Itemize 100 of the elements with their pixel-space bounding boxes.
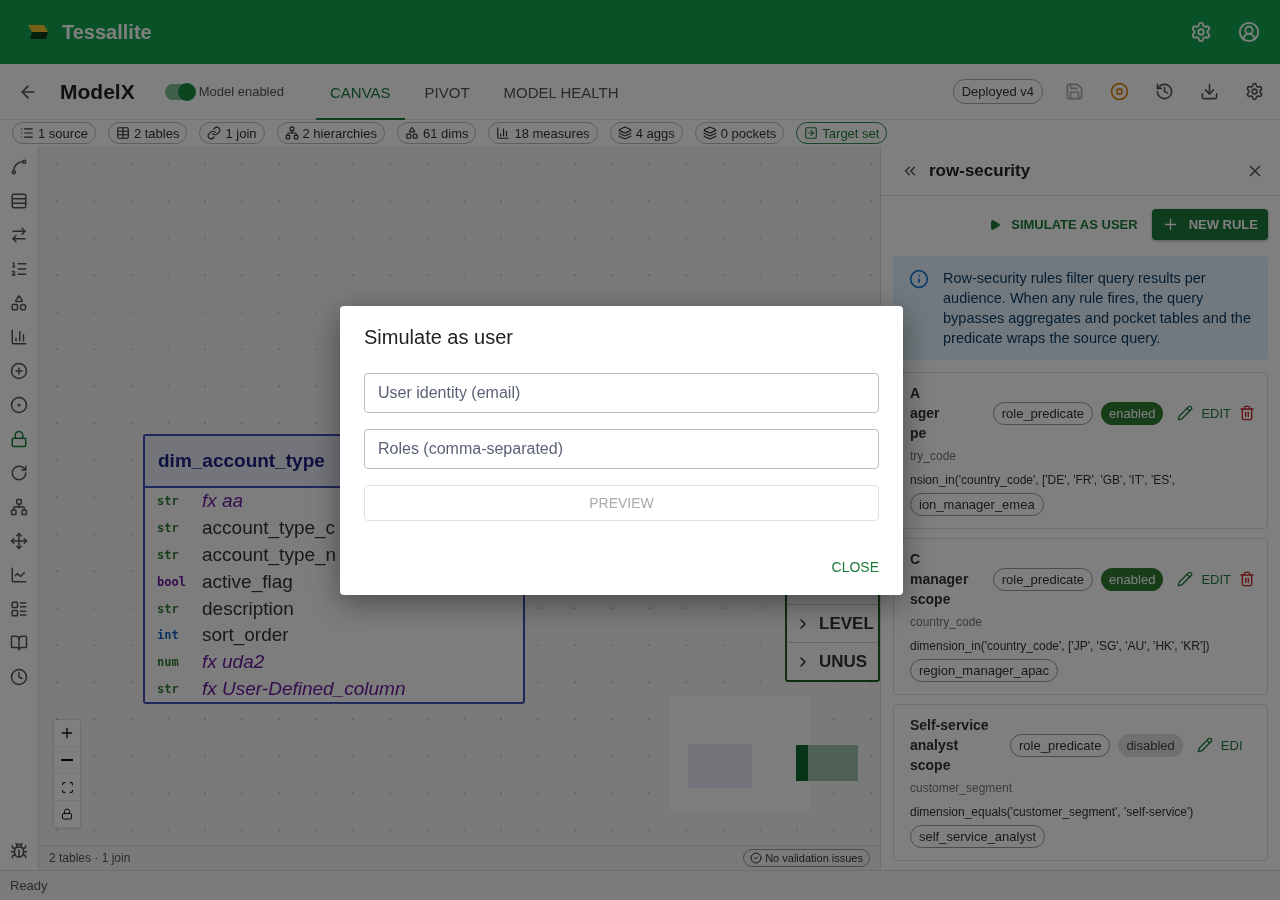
- shapes-icon[interactable]: [10, 294, 28, 312]
- book-icon[interactable]: [10, 634, 28, 652]
- close-button[interactable]: CLOSE: [831, 559, 879, 579]
- column-name: fx User-Defined_column: [202, 677, 406, 700]
- minus-icon: [61, 759, 73, 761]
- layers-icon: [617, 126, 632, 140]
- arrows-icon[interactable]: [10, 226, 28, 244]
- dot-circle-icon[interactable]: [10, 396, 28, 414]
- plus-circle-icon[interactable]: [10, 362, 28, 380]
- zoom-out-button[interactable]: [54, 747, 80, 774]
- simulate-button[interactable]: SIMULATE AS USER: [989, 217, 1138, 232]
- history-icon[interactable]: [1155, 82, 1174, 101]
- account-icon[interactable]: [1238, 21, 1260, 43]
- frame-icon: [60, 780, 74, 794]
- toggle-label: Model enabled: [198, 84, 284, 99]
- clock-icon[interactable]: [10, 668, 28, 686]
- app-title: Tessallite: [62, 20, 153, 44]
- type-tag: int: [157, 626, 187, 645]
- layers-icon: [702, 126, 717, 140]
- edit-button[interactable]: EDI: [1196, 737, 1243, 753]
- dialog-title: Simulate as user: [364, 326, 514, 349]
- column-name: account_type_n: [202, 544, 337, 566]
- pencil-icon: [1196, 737, 1213, 753]
- canvas-summary: 2 tables · 1 join: [49, 851, 132, 865]
- move-icon[interactable]: [10, 532, 28, 550]
- layout-icon[interactable]: [10, 600, 28, 618]
- new-rule-button[interactable]: NEW RULE: [1151, 209, 1268, 240]
- view-tab[interactable]: PIVOT: [410, 63, 484, 120]
- hierarchy-icon: [284, 126, 299, 140]
- line-chart-icon[interactable]: [10, 566, 28, 584]
- pencil-icon: [1177, 405, 1194, 421]
- status-badge: enabled: [1101, 567, 1164, 591]
- rule-dimension: customer_segment: [910, 781, 1014, 795]
- table-icon: [115, 126, 130, 140]
- type-tag: str: [157, 519, 187, 538]
- rule-expression: nsion_in('country_code', ['DE', 'FR', 'GB', 'IT', 'ES',: [910, 472, 1176, 489]
- column-name: fx uda2: [202, 651, 265, 674]
- type-tag: str: [157, 546, 187, 564]
- model-title: ModelX: [60, 79, 135, 104]
- input-field[interactable]: Roles (comma-separated): [364, 429, 879, 469]
- link-icon: [207, 126, 222, 140]
- edit-button[interactable]: EDIT: [1177, 405, 1231, 421]
- section-label: LEVEL: [819, 613, 874, 634]
- section-label: UNUS: [819, 651, 868, 672]
- edit-button[interactable]: EDIT: [1177, 571, 1231, 587]
- info-icon: [909, 269, 929, 289]
- bar-chart-icon: [496, 126, 511, 140]
- rule-expression: dimension_equals('customer_segment', 'self-service'): [910, 804, 1195, 821]
- view-tab[interactable]: CANVAS: [315, 63, 405, 120]
- model-toggle[interactable]: [164, 83, 195, 100]
- type-tag: bool: [157, 572, 187, 591]
- type-tag: str: [157, 599, 187, 618]
- rule-title: C manager scope: [910, 550, 970, 609]
- rule-dimension: country_code: [910, 615, 984, 629]
- shapes-icon: [404, 126, 419, 140]
- info-text: Row-security rules filter query results per audience. When any rule fires, the query bypasses aggregates and pocket tables and the predicate wraps the source query.: [943, 269, 1252, 348]
- refresh-icon[interactable]: [10, 464, 28, 482]
- lock-icon[interactable]: [10, 430, 28, 448]
- curve-icon[interactable]: [10, 158, 28, 176]
- rows-icon[interactable]: [10, 192, 28, 210]
- rule-expression: dimension_in('country_code', ['JP', 'SG', 'AU', 'HK', 'KR']): [910, 638, 1211, 655]
- type-tag: num: [157, 653, 187, 672]
- column-name: account_type_c: [202, 517, 336, 540]
- lock-icon: [61, 808, 73, 820]
- rule-title: Self-service analyst scope: [910, 716, 990, 775]
- play-icon: [989, 218, 1002, 231]
- fit-view-button[interactable]: [54, 774, 80, 801]
- pencil-icon: [1177, 571, 1194, 587]
- lock-button[interactable]: [54, 801, 80, 828]
- column-name: description: [202, 597, 294, 620]
- logo-icon: [26, 23, 50, 41]
- zoom-in-button[interactable]: [54, 720, 80, 747]
- list-icon: [20, 126, 34, 140]
- bug-icon[interactable]: [10, 842, 28, 860]
- stop-icon[interactable]: [1110, 82, 1129, 101]
- status-badge: disabled: [1118, 733, 1183, 757]
- view-tab[interactable]: MODEL HEALTH: [489, 63, 633, 120]
- bar-chart-icon[interactable]: [10, 328, 28, 346]
- delete-icon[interactable]: [1239, 571, 1255, 587]
- delete-icon[interactable]: [1239, 405, 1255, 421]
- type-tag: str: [157, 492, 187, 511]
- status-badge: enabled: [1101, 401, 1164, 425]
- plus-icon: [59, 725, 75, 741]
- check-icon: [750, 852, 763, 864]
- rule-title: A ager pe: [910, 384, 941, 443]
- column-name: active_flag: [202, 570, 293, 593]
- type-tag: str: [157, 679, 187, 698]
- numbered-list-icon[interactable]: [10, 260, 28, 278]
- column-name: fx aa: [202, 490, 244, 513]
- table-title: dim_account_type: [158, 450, 325, 472]
- download-icon[interactable]: [1200, 82, 1219, 101]
- status-text: Ready: [10, 878, 48, 893]
- hierarchy-icon[interactable]: [10, 498, 28, 516]
- arrow-box-icon: [804, 126, 819, 140]
- version-badge: Deployed v4: [952, 79, 1043, 104]
- column-name: sort_order: [202, 624, 289, 647]
- input-field[interactable]: User identity (email): [364, 373, 879, 413]
- panel-title: row-security: [929, 160, 1032, 181]
- settings-icon[interactable]: [1245, 82, 1264, 101]
- rule-dimension: try_code: [910, 449, 958, 463]
